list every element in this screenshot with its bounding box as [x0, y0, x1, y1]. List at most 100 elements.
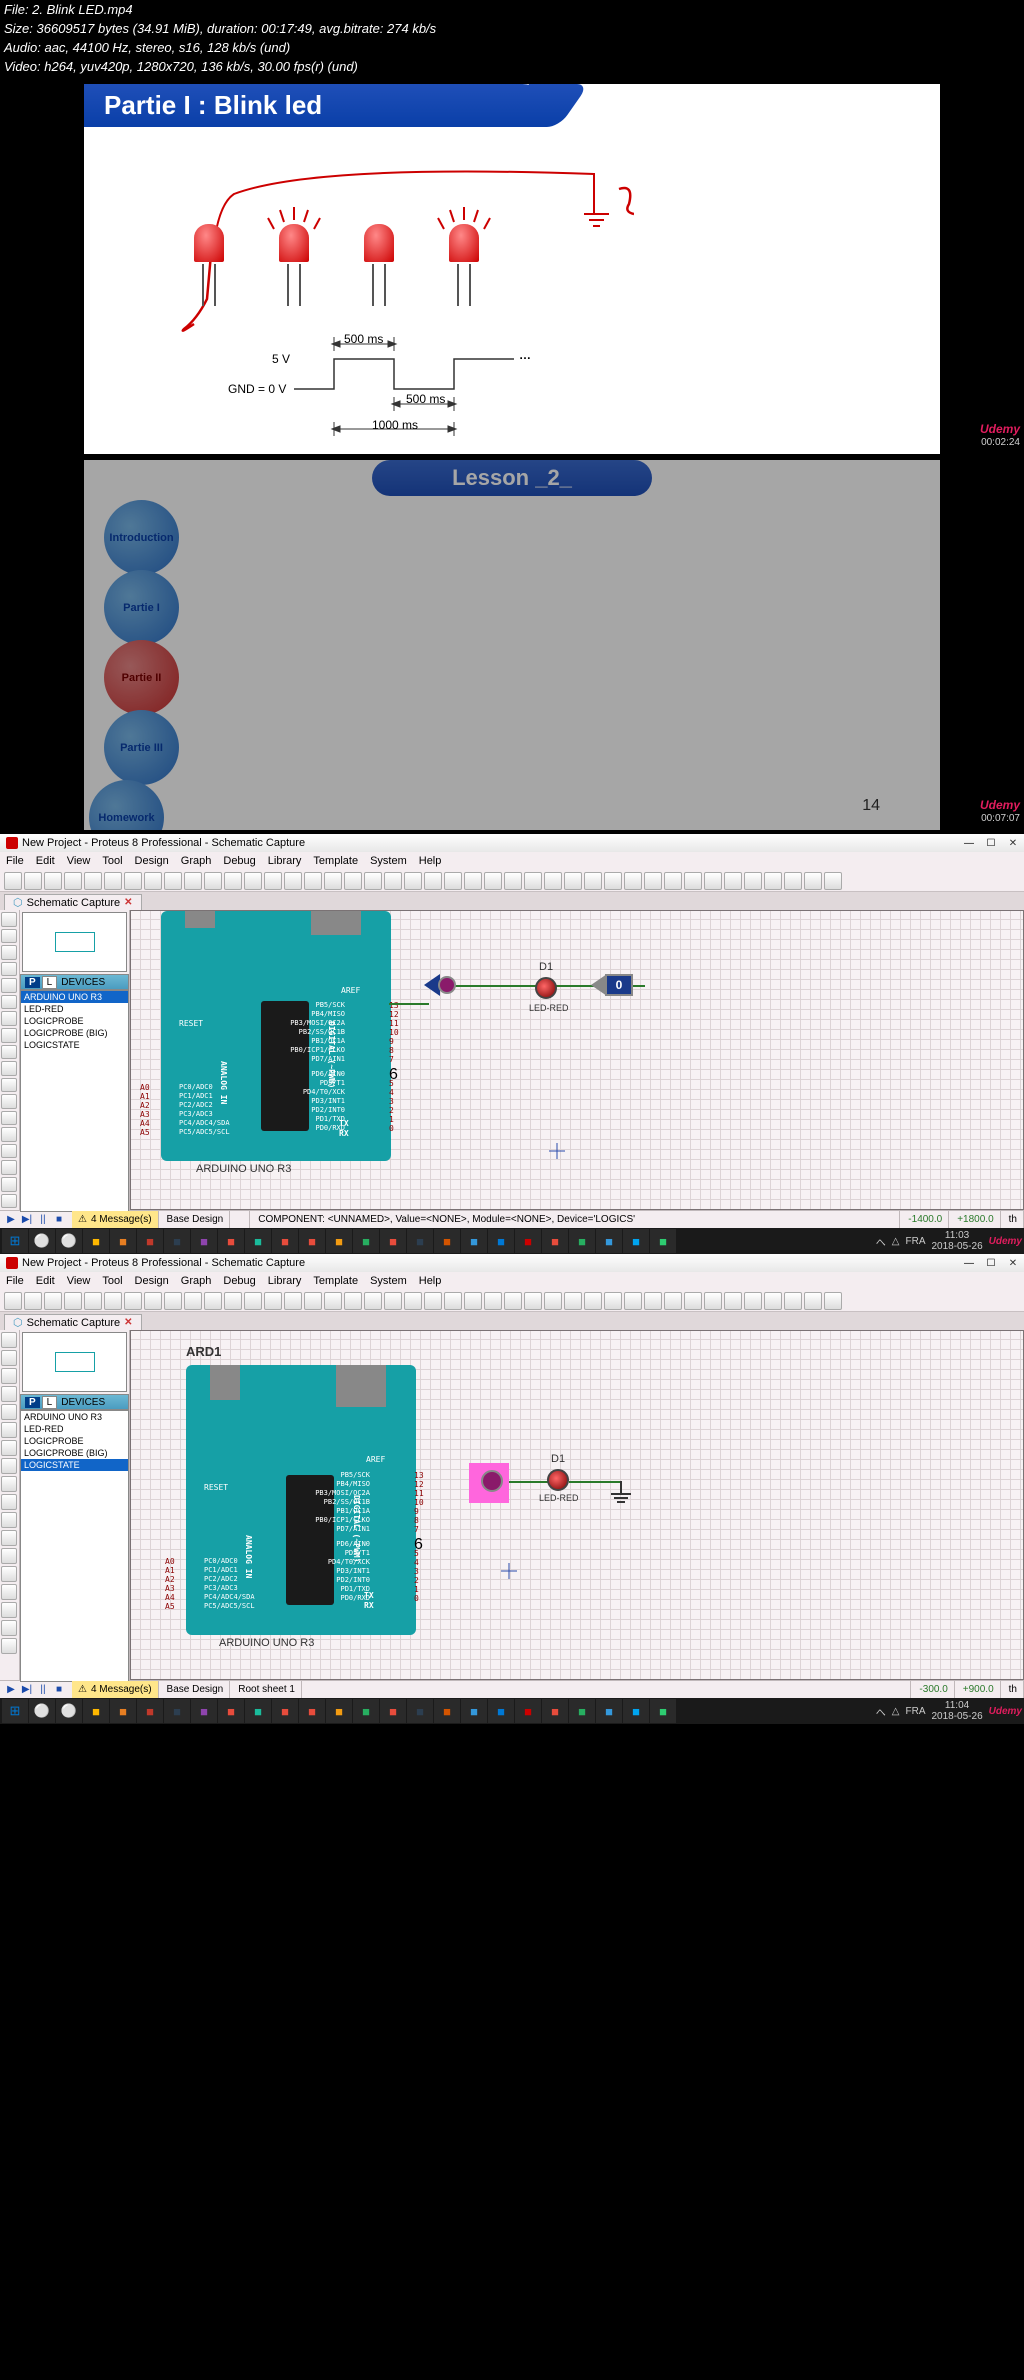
taskbar-app[interactable]: ■: [299, 1699, 325, 1723]
tab-schematic[interactable]: ⬡ Schematic Capture ✕: [4, 894, 142, 910]
toolbar-button[interactable]: [304, 1292, 322, 1310]
toolbar-button[interactable]: [224, 872, 242, 890]
tool-button[interactable]: [1, 1530, 17, 1546]
tab-close-icon[interactable]: ✕: [124, 1317, 132, 1328]
menu-design[interactable]: Design: [135, 1275, 169, 1287]
taskbar-app[interactable]: ■: [164, 1699, 190, 1723]
toolbar-button[interactable]: [424, 1292, 442, 1310]
toolbar-button[interactable]: [664, 872, 682, 890]
taskbar-app[interactable]: ■: [407, 1229, 433, 1253]
tool-button[interactable]: [1, 1476, 17, 1492]
mini-view[interactable]: [22, 912, 127, 972]
bubble-intro[interactable]: Introduction: [104, 500, 179, 575]
taskbar-app[interactable]: ■: [245, 1229, 271, 1253]
bubble-partie-3[interactable]: Partie III: [104, 710, 179, 785]
toolbar-button[interactable]: [264, 872, 282, 890]
ground-symbol[interactable]: [611, 1481, 631, 1503]
toolbar-button[interactable]: [604, 1292, 622, 1310]
tray-volume[interactable]: △: [892, 1706, 900, 1717]
toolbar-button[interactable]: [724, 1292, 742, 1310]
toolbar-button[interactable]: [64, 1292, 82, 1310]
toolbar-button[interactable]: [444, 872, 462, 890]
taskbar-app[interactable]: ■: [191, 1699, 217, 1723]
taskbar-app[interactable]: ■: [110, 1229, 136, 1253]
taskbar-app[interactable]: ■: [515, 1699, 541, 1723]
tool-button[interactable]: [1, 1350, 17, 1366]
taskbar-app[interactable]: ■: [137, 1229, 163, 1253]
clock-date[interactable]: 2018-05-26: [931, 1241, 982, 1252]
toolbar-button[interactable]: [244, 1292, 262, 1310]
taskbar-app[interactable]: ■: [380, 1229, 406, 1253]
device-led-red[interactable]: LED-RED: [21, 1423, 128, 1435]
taskbar-app[interactable]: ■: [272, 1229, 298, 1253]
taskbar-app[interactable]: ⊞: [2, 1229, 28, 1253]
tool-button[interactable]: [1, 945, 17, 960]
toolbar-button[interactable]: [144, 872, 162, 890]
tray-chevron[interactable]: へ: [876, 1234, 886, 1249]
toolbar-button[interactable]: [324, 872, 342, 890]
maximize-button[interactable]: ☐: [980, 1254, 1002, 1272]
tool-button[interactable]: [1, 1548, 17, 1564]
pause-button[interactable]: ||: [36, 1213, 50, 1227]
toolbar-button[interactable]: [584, 1292, 602, 1310]
tray-chevron[interactable]: へ: [876, 1704, 886, 1719]
taskbar-app[interactable]: ⚪: [56, 1699, 82, 1723]
taskbar-app[interactable]: ■: [191, 1229, 217, 1253]
taskbar-app[interactable]: ■: [623, 1229, 649, 1253]
device-logicprobe[interactable]: LOGICPROBE: [21, 1015, 128, 1027]
toolbar-button[interactable]: [484, 1292, 502, 1310]
toolbar-button[interactable]: [184, 872, 202, 890]
taskbar-app[interactable]: ■: [596, 1229, 622, 1253]
tool-button[interactable]: [1, 1638, 17, 1654]
toolbar-button[interactable]: [784, 1292, 802, 1310]
toolbar-button[interactable]: [424, 872, 442, 890]
play-button[interactable]: ▶: [4, 1213, 18, 1227]
toolbar-button[interactable]: [244, 872, 262, 890]
device-list-2[interactable]: ARDUINO UNO R3 LED-RED LOGICPROBE LOGICP…: [20, 1410, 129, 1682]
toolbar-button[interactable]: [484, 872, 502, 890]
menu-library[interactable]: Library: [268, 1275, 302, 1287]
menu-help[interactable]: Help: [419, 855, 442, 867]
taskbar-app[interactable]: ■: [326, 1229, 352, 1253]
toolbar-button[interactable]: [744, 872, 762, 890]
tool-button[interactable]: [1, 962, 17, 977]
logic-state-input[interactable]: [424, 974, 456, 996]
tray-volume[interactable]: △: [892, 1236, 900, 1247]
status-messages[interactable]: ⚠ 4 Message(s): [72, 1211, 159, 1228]
taskbar-app[interactable]: ■: [218, 1229, 244, 1253]
toolbar-button[interactable]: [44, 1292, 62, 1310]
tool-button[interactable]: [1, 1194, 17, 1209]
minimize-button[interactable]: —: [958, 1254, 980, 1272]
toolbar-button[interactable]: [24, 1292, 42, 1310]
taskbar-app[interactable]: ■: [380, 1699, 406, 1723]
device-led-red[interactable]: LED-RED: [21, 1003, 128, 1015]
taskbar-app[interactable]: ■: [407, 1699, 433, 1723]
toolbar-button[interactable]: [204, 872, 222, 890]
tab-close-icon[interactable]: ✕: [124, 897, 132, 908]
taskbar-app[interactable]: ■: [83, 1229, 109, 1253]
menu-template[interactable]: Template: [313, 855, 358, 867]
toolbar-button[interactable]: [184, 1292, 202, 1310]
toolbar-button[interactable]: [44, 872, 62, 890]
device-arduino[interactable]: ARDUINO UNO R3: [21, 1411, 128, 1423]
toolbar-button[interactable]: [404, 1292, 422, 1310]
toolbar-button[interactable]: [124, 872, 142, 890]
taskbar-app[interactable]: ■: [569, 1699, 595, 1723]
tool-button[interactable]: [1, 929, 17, 944]
tool-button[interactable]: [1, 1111, 17, 1126]
toolbar-button[interactable]: [324, 1292, 342, 1310]
stop-button[interactable]: ■: [52, 1683, 66, 1697]
device-list[interactable]: ARDUINO UNO R3 LED-RED LOGICPROBE LOGICP…: [20, 990, 129, 1212]
led-d1[interactable]: [535, 977, 557, 999]
toolbar-button[interactable]: [564, 1292, 582, 1310]
toolbar-button[interactable]: [164, 1292, 182, 1310]
toolbar-button[interactable]: [344, 872, 362, 890]
toolbar-button[interactable]: [284, 872, 302, 890]
tool-button[interactable]: [1, 995, 17, 1010]
menu-edit[interactable]: Edit: [36, 855, 55, 867]
toolbar-button[interactable]: [784, 872, 802, 890]
play-button[interactable]: ▶: [4, 1683, 18, 1697]
toolbar-button[interactable]: [524, 872, 542, 890]
taskbar-app[interactable]: ■: [353, 1699, 379, 1723]
toolbar-button[interactable]: [4, 872, 22, 890]
